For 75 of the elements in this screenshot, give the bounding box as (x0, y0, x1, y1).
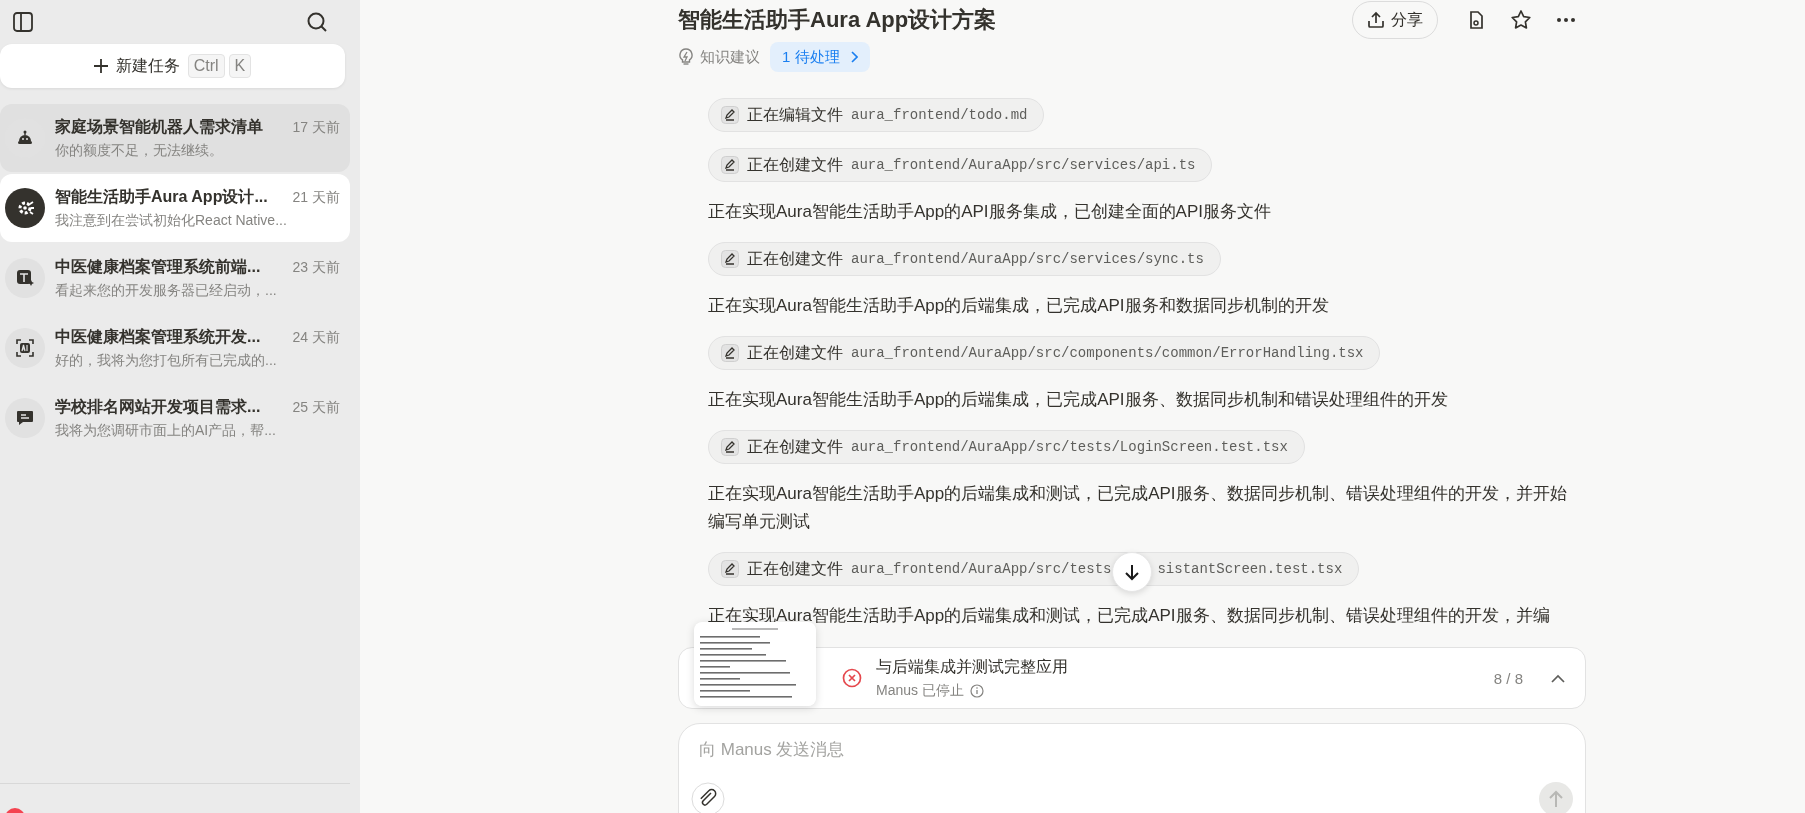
file-path: aura_frontend/todo.md (851, 107, 1028, 123)
chat-bubble-icon (16, 409, 34, 427)
task-title: 中医健康档案管理系统前端... (55, 256, 261, 277)
more-icon[interactable] (1556, 17, 1576, 23)
task-time: 17 天前 (292, 118, 340, 137)
file-action-chip[interactable]: 正在创建文件 aura_frontend/AuraApp/src/services/sync.ts (708, 242, 1221, 276)
task-item[interactable]: 智能生活助手Aura App设计... 21 天前 我注意到在尝试初始化React Native... (0, 174, 350, 242)
task-time: 25 天前 (292, 398, 340, 417)
chat-title: 智能生活助手Aura App设计方案 (678, 6, 997, 34)
step-counter: 8 / 8 (1493, 669, 1523, 687)
task-item[interactable]: 中医健康档案管理系统开发... 24 天前 好的，我将为您打包所有已完成的... (0, 314, 350, 382)
chevron-up-icon[interactable] (1551, 673, 1565, 683)
file-action-label: 正在创建文件 (747, 436, 843, 457)
sidebar-toggle-icon[interactable] (12, 11, 34, 33)
file-path: aura_frontend/AuraApp/src/services/api.ts (851, 157, 1196, 173)
edit-icon (721, 156, 739, 174)
file-action-label: 正在创建文件 (747, 248, 843, 269)
file-preview-thumbnail[interactable] (694, 622, 816, 706)
file-path: aura_frontend/AuraApp/src/components/common/ErrorHandling.tsx (851, 345, 1364, 361)
file-path: aura_frontend/AuraApp/src/tests (851, 561, 1112, 577)
file-path: aura_frontend/AuraApp/src/tests/LoginScreen.test.tsx (851, 439, 1288, 455)
edit-icon (721, 438, 739, 456)
task-title: 学校排名网站开发项目需求... (55, 396, 261, 417)
file-action-chip[interactable]: 正在编辑文件 aura_frontend/todo.md (708, 98, 1045, 132)
file-action-label: 正在创建文件 (747, 558, 843, 579)
task-time: 21 天前 (292, 188, 340, 207)
info-icon[interactable] (969, 683, 984, 698)
task-item[interactable]: 中医健康档案管理系统前端... 23 天前 看起来您的开发服务器已经启动，... (0, 244, 350, 312)
shortcut-key: K (228, 54, 252, 78)
search-icon[interactable] (306, 11, 328, 33)
task-title: 家庭场景智能机器人需求清单 (55, 116, 263, 137)
task-time: 24 天前 (292, 328, 340, 347)
message-input[interactable]: 向 Manus 发送消息 (699, 740, 1573, 760)
robot-icon (16, 129, 34, 147)
shortcut-key: Ctrl (187, 54, 225, 78)
progress-message: 正在实现Aura智能生活助手App的后端集成，已完成API服务和数据同步机制的开发 (708, 295, 1330, 317)
arrow-down-icon (1123, 563, 1141, 581)
ai-chip-icon (16, 339, 34, 357)
task-step-title: 与后端集成并测试完整应用 (876, 656, 1069, 677)
file-action-chip[interactable]: 正在创建文件 aura_frontend/AuraApp/src/components/common/ErrorHandling.tsx (708, 336, 1381, 370)
task-preview: 好的，我将为您打包所有已完成的... (55, 351, 278, 370)
share-icon (1367, 11, 1385, 29)
chevron-right-icon (849, 51, 858, 63)
file-path: aura_frontend/AuraApp/src/services/sync.ts (851, 251, 1204, 267)
file-action-chip[interactable]: 正在创建文件 aura_frontend/AuraApp/src/services/api.ts (708, 148, 1213, 182)
knowledge-label: 知识建议 (700, 47, 760, 67)
file-action-label: 正在编辑文件 (747, 104, 843, 125)
task-item[interactable]: 学校排名网站开发项目需求... 25 天前 我将为您调研市面上的AI产品，帮... (0, 384, 350, 452)
progress-message: 正在实现Aura智能生活助手App的后端集成和测试，已完成API服务、数据同步机制、错误处理组件的开发，并开始编写单元测试 (708, 483, 1568, 533)
file-action-chip[interactable]: 正在创建文件 aura_frontend/AuraApp/src/tests sistantScreen.test.tsx (708, 552, 1360, 586)
file-path: sistantScreen.test.tsx (1157, 561, 1343, 577)
file-action-chip[interactable]: 正在创建文件 aura_frontend/AuraApp/src/tests/LoginScreen.test.tsx (708, 430, 1305, 464)
progress-message: 正在实现Aura智能生活助手App的API服务集成，已创建全面的API服务文件 (708, 201, 1272, 223)
paperclip-icon[interactable] (691, 782, 725, 813)
task-item[interactable]: 家庭场景智能机器人需求清单 17 天前 你的额度不足，无法继续。 (0, 104, 350, 172)
task-preview: 我注意到在尝试初始化React Native... (55, 211, 288, 230)
progress-message: 正在实现Aura智能生活助手App的后端集成，已完成API服务、数据同步机制和错误处理组件的开发 (708, 389, 1449, 411)
text-sparkle-icon (16, 269, 34, 287)
task-preview: 我将为您调研市面上的AI产品，帮... (55, 421, 277, 440)
task-title: 智能生活助手Aura App设计... (55, 186, 268, 207)
edit-icon (721, 560, 739, 578)
task-title: 中医健康档案管理系统开发... (55, 326, 261, 347)
lightbulb-icon (678, 48, 694, 66)
edit-icon (721, 250, 739, 268)
file-action-label: 正在创建文件 (747, 342, 843, 363)
edit-icon (721, 344, 739, 362)
task-preview: 你的额度不足，无法继续。 (55, 141, 224, 160)
star-icon[interactable] (1510, 9, 1532, 31)
new-task-button[interactable]: 新建任务 Ctrl K (0, 44, 345, 88)
task-time: 23 天前 (292, 258, 340, 277)
task-preview: 看起来您的开发服务器已经启动，... (55, 281, 278, 300)
plus-icon (93, 59, 108, 73)
task-status-text: Manus 已停止 (876, 681, 964, 700)
edit-icon (721, 106, 739, 124)
file-action-label: 正在创建文件 (747, 154, 843, 175)
